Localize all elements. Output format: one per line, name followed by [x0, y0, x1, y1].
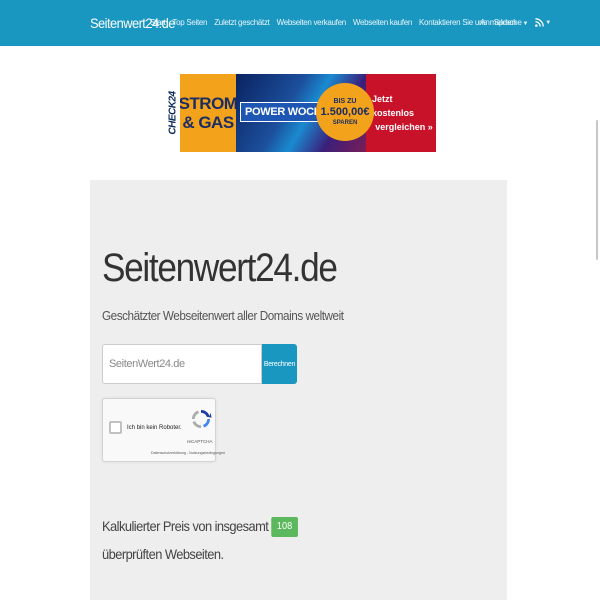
recaptcha-terms[interactable]: Datenschutzerklärung - Nutzungsbedingung…	[151, 451, 225, 455]
stats-prefix: Kalkulierter Preis von insgesamt	[102, 518, 269, 534]
site-count-badge: 108	[271, 517, 298, 538]
stats-suffix: überprüften Webseiten.	[102, 546, 224, 562]
banner-line2: & GAS	[182, 113, 234, 132]
hero-panel: Seitenwert24.de Geschätzter Webseitenwer…	[90, 180, 507, 600]
nav-item-zuletzt-geschaetzt[interactable]: Zuletzt geschätzt	[214, 18, 270, 27]
recaptcha-brand: reCAPTCHA	[187, 439, 213, 444]
recaptcha-checkbox[interactable]	[109, 421, 122, 434]
nav-item-webseiten-verkaufen[interactable]: Webseiten verkaufen	[277, 18, 347, 27]
calculate-button[interactable]: Berechnen	[262, 344, 297, 384]
stats-text: Kalkulierter Preis von insgesamt 108 übe…	[102, 512, 341, 568]
nav-item-kontakt[interactable]: Kontaktieren Sie uns	[419, 18, 487, 27]
ad-banner[interactable]: CHECK24 STROM & GAS POWER WOCHEN BIS ZU …	[166, 74, 436, 152]
banner-line1: STROM	[178, 94, 238, 113]
banner-logo: CHECK24	[166, 74, 180, 152]
banner-savings-badge: BIS ZU 1.500,00€ SPAREN	[316, 83, 374, 141]
rss-icon	[535, 18, 545, 27]
banner-cta-line2: vergleichen »	[375, 122, 433, 132]
banner-logo-text: CHECK24	[167, 91, 179, 135]
recaptcha-widget: Ich bin kein Roboter. reCAPTCHA Datensch…	[102, 398, 225, 462]
recaptcha-label: Ich bin kein Roboter.	[127, 425, 182, 431]
banner-power: POWER WOCHEN BIS ZU 1.500,00€ SPAREN	[236, 74, 374, 152]
page-subtitle: Geschätzter Webseitenwert aller Domains …	[102, 308, 344, 323]
nav-item-webseiten-kaufen[interactable]: Webseiten kaufen	[353, 18, 412, 27]
nav-item-top-seiten[interactable]: Top Seiten	[172, 18, 207, 27]
nav-item-start[interactable]: Start	[150, 18, 166, 27]
caret-down-icon: ▼	[522, 21, 529, 27]
banner-cta[interactable]: Jetzt kostenlos vergleichen »	[366, 74, 436, 152]
rss-menu[interactable]: ▼	[535, 18, 551, 27]
domain-input[interactable]	[102, 344, 262, 384]
badge-amount: 1.500,00€	[320, 105, 370, 118]
badge-bottom: SPAREN	[332, 119, 358, 126]
page-title: Seitenwert24.de	[102, 246, 338, 290]
banner-strom-gas: STROM & GAS	[178, 74, 238, 152]
recaptcha-icon	[191, 410, 212, 428]
top-navbar: Seitenwert24.de Start Top Seiten Zuletzt…	[0, 0, 600, 46]
login-link[interactable]: Anmelden	[480, 18, 516, 27]
banner-cta-line1: Jetzt kostenlos	[372, 94, 415, 118]
badge-top: BIS ZU	[333, 97, 357, 105]
caret-down-icon: ▼	[545, 19, 551, 26]
scrollbar-thumb[interactable]	[596, 120, 598, 260]
